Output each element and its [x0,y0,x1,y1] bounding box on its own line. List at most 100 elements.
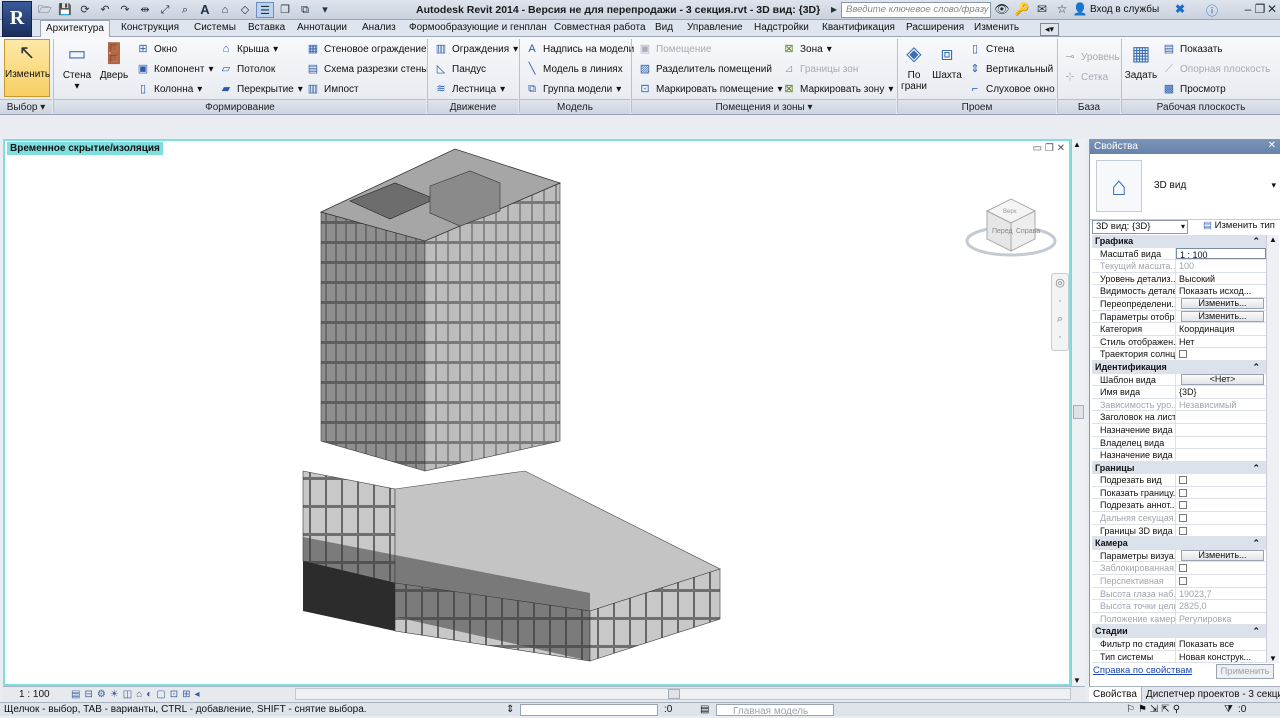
property-group-header[interactable]: Камера ⌃ [1092,537,1266,550]
dormer-button[interactable]: ⌐ Слуховое окно [968,83,1055,96]
property-row[interactable]: Владелец вида [1092,436,1266,450]
property-row[interactable]: Положение камеры Регулировка [1092,612,1266,626]
property-value[interactable]: Координация [1176,323,1266,335]
sync-icon[interactable]: ⟳ [76,2,94,18]
measure-icon[interactable]: ⇹ [136,2,154,18]
property-value[interactable]: Высокий [1176,273,1266,285]
property-row[interactable]: Видимость деталей Показать исход... [1092,285,1266,298]
property-group-header[interactable]: Идентификация ⌃ [1092,360,1266,374]
ref-plane-button[interactable]: ⟋ Опорная плоскость [1162,63,1270,76]
redo-icon[interactable]: ↷ [116,2,134,18]
design-options-icon[interactable]: ▤ [700,703,709,716]
level-button[interactable]: ⊸ Уровень [1063,51,1119,64]
switch-windows-icon[interactable]: ⧉ [296,2,314,18]
component-button[interactable]: ▣ Компонент ▾ [136,63,214,76]
viewcube[interactable]: Перед Справа Верх [965,191,1065,271]
panel-room-area[interactable]: Помещения и зоны ▾ [632,99,896,114]
property-group-header[interactable]: Границы ⌃ [1092,461,1266,475]
property-edit-button[interactable]: Изменить... [1181,310,1264,322]
property-value[interactable]: Новая конструк... [1176,651,1266,663]
property-row[interactable]: Зависимость уро... Независимый [1092,398,1266,412]
tag-area-button[interactable]: ⊠ Маркировать зону ▾ [782,83,893,96]
tab-analyze[interactable]: Анализ [362,22,396,33]
tab-project-browser[interactable]: Диспетчер проектов - 3 секция.rvt [1142,687,1280,702]
section-icon[interactable]: ◇ [236,2,254,18]
property-value[interactable] [1176,437,1266,449]
tag-room-button[interactable]: ⊡ Маркировать помещение ▾ [638,83,782,96]
3d-view-canvas[interactable]: Временное скрытие/изоляция ▭ ❐ ✕ Перед С… [3,139,1071,686]
ribbon-minimize-toggle[interactable]: ◂▾ [1040,23,1060,36]
aligned-dimension-icon[interactable]: ⤢ [156,2,174,18]
type-dropdown-arrow-icon[interactable]: ▾ [1271,180,1276,191]
wall-button[interactable]: ▭ Стена ▾ [60,41,94,92]
property-row[interactable]: Переопределени... Изменить... [1092,297,1266,311]
grid-button[interactable]: ⊹ Сетка [1063,71,1108,84]
model-group-button[interactable]: ⧉ Группа модели ▾ [525,83,621,96]
property-checkbox[interactable] [1179,526,1187,535]
tab-addins[interactable]: Надстройки [754,22,809,33]
property-row[interactable]: Имя вида {3D} [1092,386,1266,399]
customize-qat-icon[interactable]: ▾ [316,2,334,18]
tab-manage[interactable]: Управление [687,22,743,33]
shaft-button[interactable]: ⧈ Шахта [931,41,963,81]
property-value[interactable]: 1 : 100 [1176,247,1266,260]
close-hidden-windows-icon[interactable]: ❐ [276,2,294,18]
property-row[interactable]: Назначение вида [1092,423,1266,437]
tag-icon[interactable]: ⌕ [176,2,194,18]
search-expand-icon[interactable]: ▸ [826,2,842,16]
tab-quantification[interactable]: Квантификация [822,22,895,33]
property-value[interactable]: Показать исход... [1176,285,1266,297]
property-value-button-cell[interactable]: Изменить... [1176,310,1266,323]
collapse-group-icon[interactable]: ⌃ [1252,235,1266,247]
set-workplane-button[interactable]: ▦ Задать [1124,41,1158,81]
tab-architecture[interactable]: Архитектура [40,20,110,37]
property-row[interactable]: Дальняя секущая... [1092,512,1266,525]
property-checkbox[interactable] [1179,350,1187,359]
tab-insert[interactable]: Вставка [248,22,285,33]
property-row[interactable]: Категория Координация [1092,323,1266,336]
ramp-button[interactable]: ◺ Пандус [434,63,486,76]
properties-help-link[interactable]: Справка по свойствам [1093,665,1192,676]
viewport-vertical-scrollbar[interactable]: ▲ ▼ [1071,139,1085,686]
properties-scrollbar[interactable]: ▲ ▼ [1266,235,1279,663]
area-boundary-button[interactable]: ⊿ Границы зон [782,63,858,76]
exchange-apps-icon[interactable]: ✖ [1172,2,1188,16]
property-group-header[interactable]: Графика ⌃ [1092,235,1266,248]
show-workplane-button[interactable]: ▤ Показать [1162,43,1223,56]
workset-dropdown[interactable] [520,704,658,716]
nav-dropdown-icon[interactable]: · [1052,328,1068,346]
property-checkbox-cell[interactable] [1176,499,1266,511]
property-value[interactable] [1176,424,1266,436]
property-row[interactable]: Фильтр по стадиям Показать все [1092,638,1266,651]
text-icon[interactable]: A [196,2,214,18]
worksets-icon[interactable]: ⇕ [506,703,514,716]
stair-button[interactable]: ≋ Лестница ▾ [434,83,505,96]
property-row[interactable]: Шаблон вида <Нет> [1092,373,1266,387]
help-icon[interactable]: ⓘ [1204,2,1220,19]
viewer-button[interactable]: ▩ Просмотр [1162,83,1226,96]
tab-collaborate[interactable]: Совместная работа [554,22,646,33]
default-3d-view-icon[interactable]: ⌂ [216,2,234,18]
ceiling-button[interactable]: ▱ Потолок [219,63,275,76]
modify-button[interactable]: ↖ Изменить [4,39,50,97]
mullion-button[interactable]: ▥ Импост [306,83,359,96]
property-row[interactable]: Заголовок на листе [1092,411,1266,424]
selection-filter-icons[interactable]: ⚐⚑⇲⇱⚲ [1126,703,1183,716]
property-row[interactable]: Параметры отобр... Изменить... [1092,310,1266,324]
close-icon[interactable]: ✕ [1264,2,1280,16]
property-checkbox-cell[interactable] [1176,525,1266,537]
property-edit-button[interactable]: <Нет> [1181,373,1264,385]
property-row[interactable]: Назначение вида [1092,449,1266,462]
collapse-group-icon[interactable]: ⌃ [1252,462,1266,474]
properties-close-icon[interactable]: ✕ [1268,140,1276,151]
favorites-star-icon[interactable]: ☆ [1054,2,1070,16]
window-button[interactable]: ⊞ Окно [136,43,177,56]
application-menu-button[interactable]: R [2,1,32,37]
tab-annotate[interactable]: Аннотации [297,22,347,33]
property-value[interactable]: {3D} [1176,386,1266,398]
area-button[interactable]: ⊠ Зона ▾ [782,43,831,56]
binoculars-icon[interactable]: 👁 [994,2,1010,16]
door-button[interactable]: 🚪 Дверь [97,41,131,81]
property-value[interactable] [1176,411,1266,423]
viewport-horizontal-scrollbar[interactable] [295,688,1071,700]
